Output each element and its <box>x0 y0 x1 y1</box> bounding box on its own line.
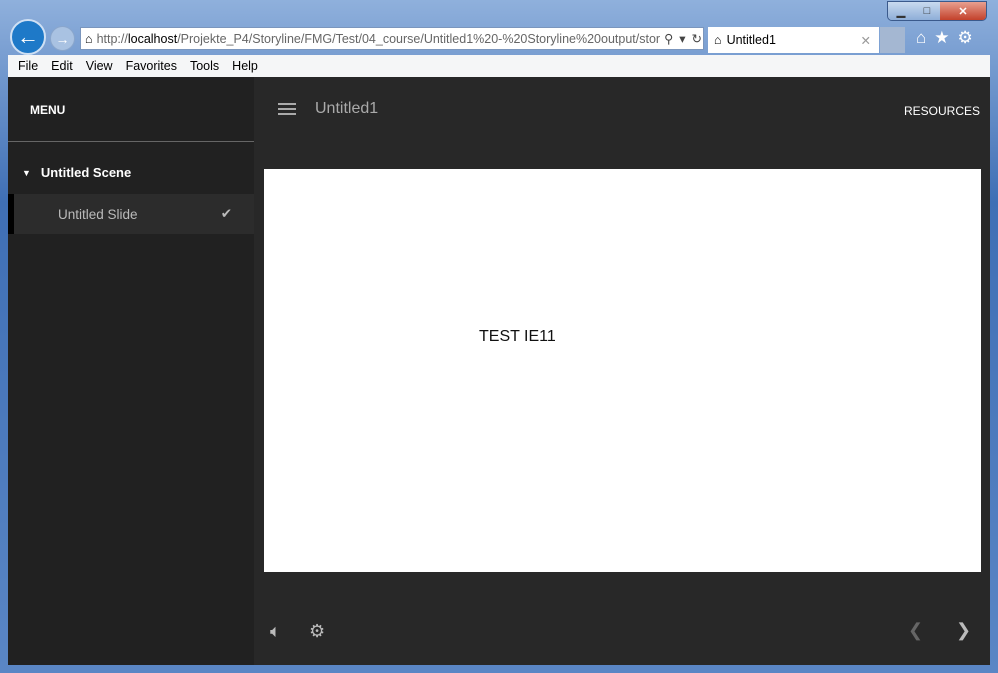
menu-view[interactable]: View <box>86 59 113 73</box>
next-slide-button[interactable]: ❯ <box>956 620 971 641</box>
home-icon: ⌂ <box>714 33 722 47</box>
menu-bar: File Edit View Favorites Tools Help <box>8 55 990 77</box>
refresh-icon[interactable]: ↻ <box>692 31 702 46</box>
home-icon[interactable]: ⌂ <box>916 28 926 48</box>
hamburger-menu-icon[interactable] <box>278 103 296 118</box>
menu-edit[interactable]: Edit <box>51 59 73 73</box>
window-controls: ▁ □ ✕ <box>887 1 987 21</box>
sidebar: MENU ▼ Untitled Scene Untitled Slide ✔ <box>8 77 254 665</box>
settings-gear-icon[interactable]: ⚙ <box>309 621 325 642</box>
new-tab-button[interactable] <box>880 27 905 53</box>
menu-file[interactable]: File <box>18 59 38 73</box>
slide-label: Untitled Slide <box>58 206 138 222</box>
address-bar[interactable]: ⌂ http://localhost/Projekte_P4/Storyline… <box>80 27 704 50</box>
scene-item[interactable]: ▼ Untitled Scene <box>22 165 131 180</box>
course-title: Untitled1 <box>315 100 379 117</box>
resources-button[interactable]: RESOURCES <box>904 104 980 118</box>
slide-text: TEST IE11 <box>479 328 556 345</box>
home-page-icon: ⌂ <box>85 31 93 46</box>
url-host: localhost <box>127 31 178 46</box>
divider <box>8 141 254 142</box>
search-icon[interactable]: ⚲ <box>664 31 673 46</box>
menu-help[interactable]: Help <box>232 59 258 73</box>
url-path: /Projekte_P4/Storyline/FMG/Test/04_cours… <box>177 31 661 46</box>
menu-tools[interactable]: Tools <box>190 59 219 73</box>
check-icon: ✔ <box>220 206 232 221</box>
player: MENU ▼ Untitled Scene Untitled Slide ✔ U… <box>8 77 990 665</box>
menu-favorites[interactable]: Favorites <box>126 59 177 73</box>
toolbar-icons: ⌂ ★ ⚙ <box>916 28 973 48</box>
tab-title: Untitled1 <box>726 33 776 47</box>
scene-label: Untitled Scene <box>40 165 132 180</box>
browser-tab[interactable]: ⌂ Untitled1 ✕ <box>708 27 879 53</box>
favorites-star-icon[interactable]: ★ <box>934 28 949 48</box>
caret-down-icon: ▼ <box>22 167 31 178</box>
menu-label: MENU <box>30 103 66 117</box>
close-tab-icon[interactable]: ✕ <box>861 33 871 48</box>
slide-canvas: TEST IE11 <box>264 169 981 572</box>
prev-slide-button[interactable]: ❮ <box>908 620 923 641</box>
minimize-button[interactable]: ▁ <box>888 2 914 20</box>
maximize-button[interactable]: □ <box>914 2 940 20</box>
url-prefix: http:// <box>96 31 128 46</box>
slide-item[interactable]: Untitled Slide ✔ <box>8 194 254 234</box>
close-button[interactable]: ✕ <box>940 2 986 20</box>
dropdown-icon[interactable]: ▾ <box>679 31 685 46</box>
back-button[interactable]: ← <box>10 19 46 55</box>
volume-icon[interactable]: 🔈︎ <box>270 621 281 642</box>
gear-icon[interactable]: ⚙ <box>958 28 973 48</box>
forward-button[interactable]: → <box>50 26 75 51</box>
